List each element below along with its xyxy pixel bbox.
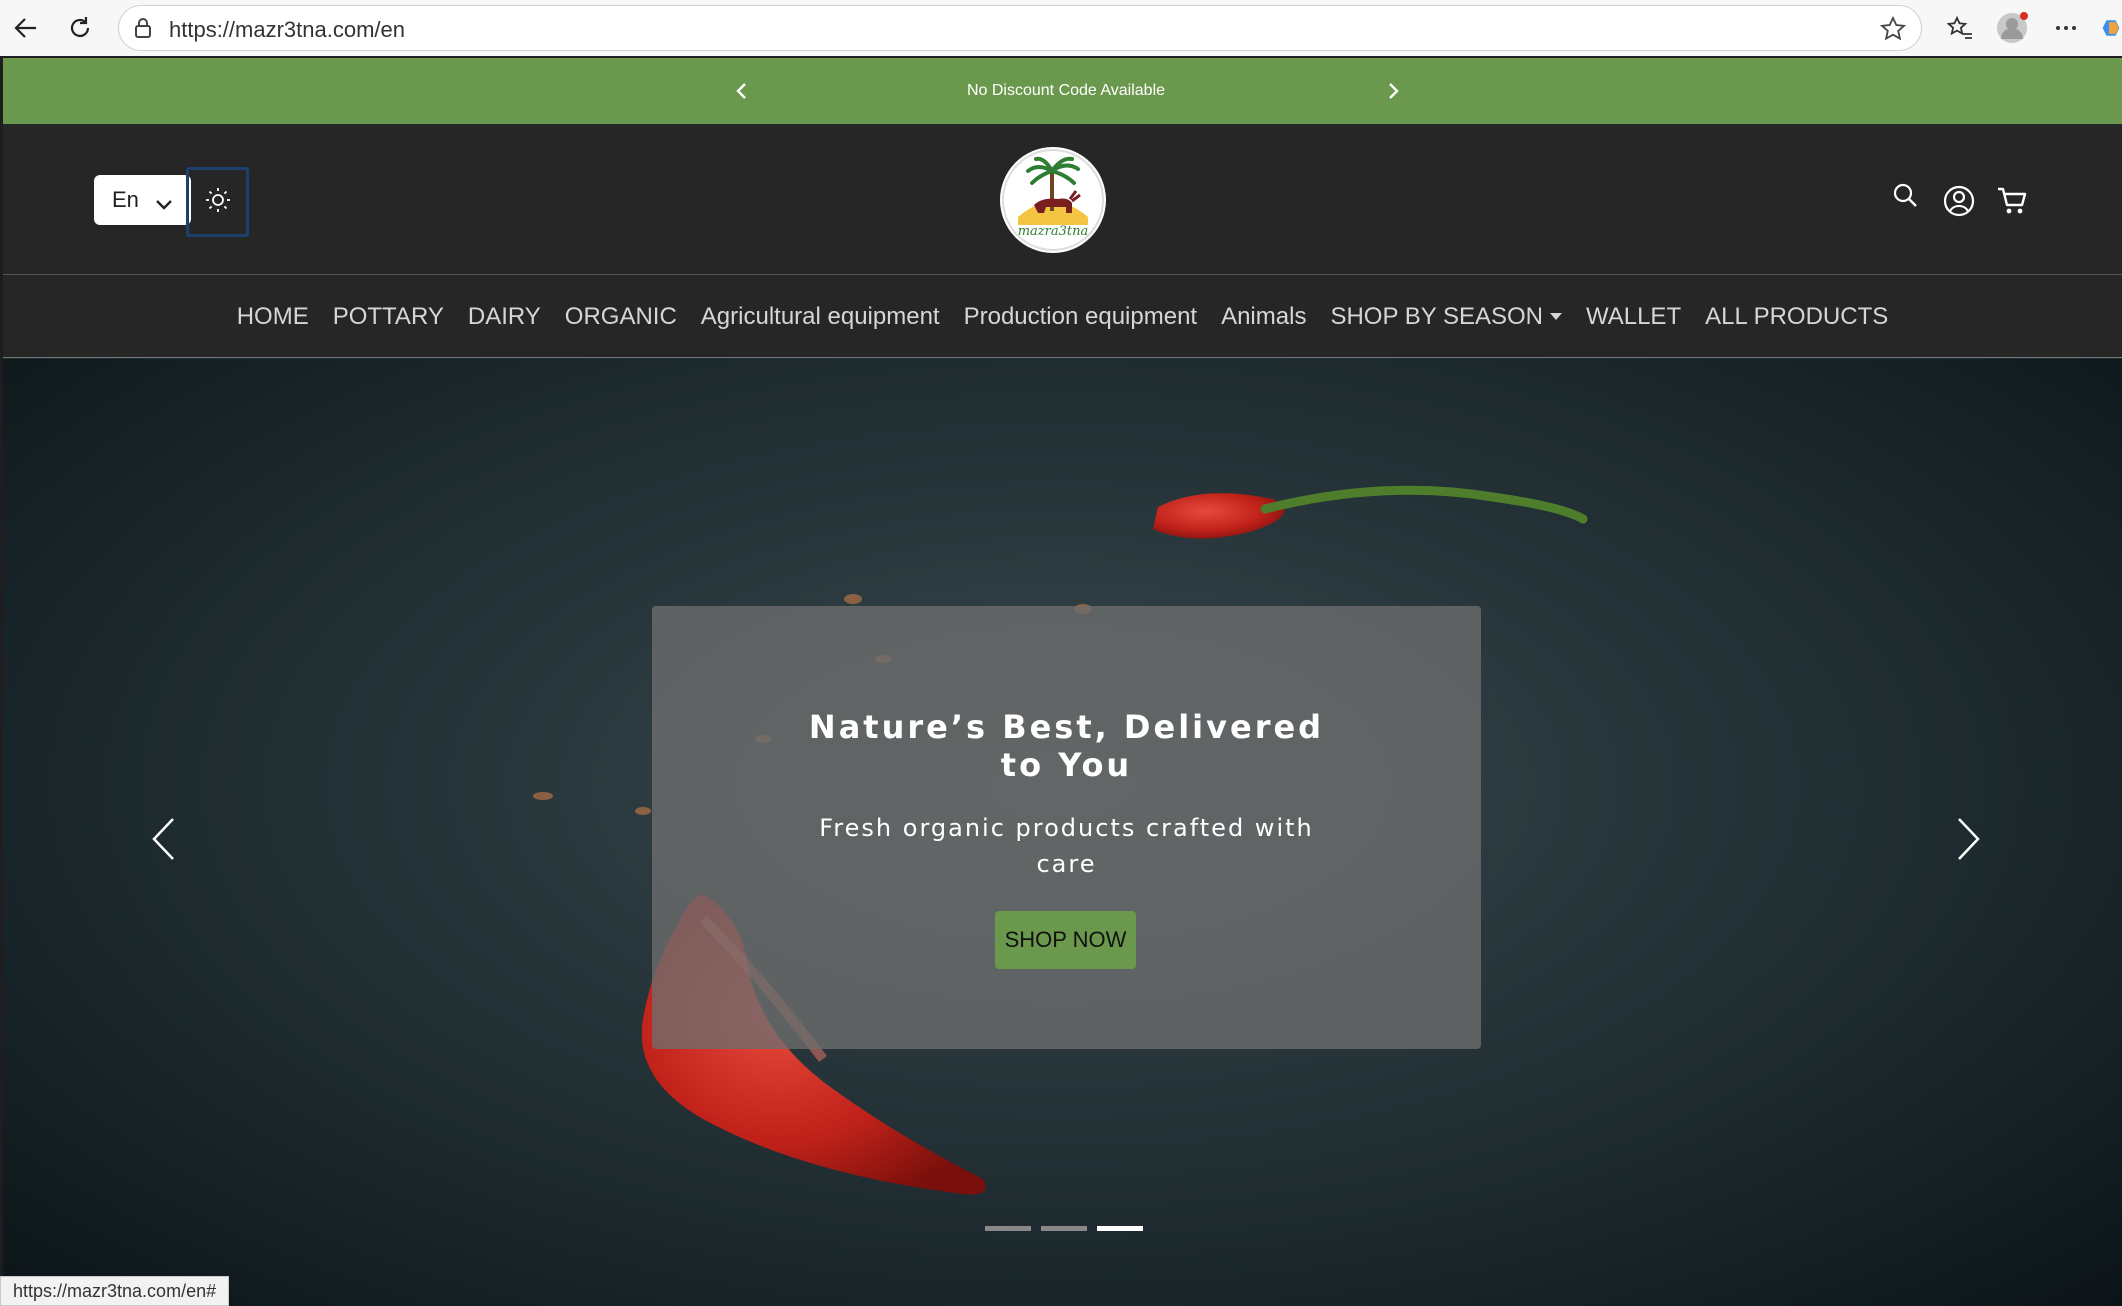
nav-item-shop-by-season-label[interactable]: SHOP BY SEASON bbox=[1330, 303, 1543, 331]
chevron-down-icon[interactable] bbox=[155, 192, 173, 218]
more-menu-icon[interactable] bbox=[2048, 10, 2084, 46]
shop-now-button[interactable]: SHOP NOW bbox=[995, 911, 1136, 969]
nav-item-wallet[interactable]: WALLET bbox=[1574, 303, 1693, 331]
theme-toggle-button[interactable] bbox=[186, 167, 249, 237]
status-bar-url: https://mazr3tna.com/en# bbox=[0, 1276, 230, 1306]
hero-subtitle: Fresh organic products crafted with care bbox=[819, 814, 1314, 878]
caret-down-icon[interactable] bbox=[1549, 313, 1562, 320]
hero-caption: Nature’s Best, Delivered to You Fresh or… bbox=[652, 606, 1481, 1049]
copilot-icon[interactable] bbox=[2100, 10, 2122, 46]
site-logo[interactable]: mazra3tna bbox=[1000, 147, 1106, 253]
carousel-next-icon[interactable] bbox=[1949, 809, 1989, 869]
promo-text: No Discount Code Available bbox=[966, 82, 1166, 99]
nav-item-dairy[interactable]: DAIRY bbox=[456, 303, 553, 331]
nav-item-animals[interactable]: Animals bbox=[1209, 303, 1318, 331]
favorite-star-icon[interactable] bbox=[1879, 15, 1907, 48]
carousel-indicator[interactable] bbox=[1041, 1226, 1087, 1231]
logo-wordmark: mazra3tna bbox=[1018, 224, 1089, 239]
nav-item-shop-by-season[interactable]: SHOP BY SEASON bbox=[1318, 303, 1574, 331]
web-page: No Discount Code Available En mazra3tna … bbox=[3, 58, 2122, 1306]
profile-avatar-icon[interactable] bbox=[1994, 10, 2030, 46]
account-icon[interactable] bbox=[1941, 183, 1977, 219]
nav-item-pottary[interactable]: POTTARY bbox=[321, 303, 456, 331]
nav-item-production-equipment[interactable]: Production equipment bbox=[952, 303, 1209, 331]
carousel-indicator-active[interactable] bbox=[1097, 1226, 1143, 1231]
sun-icon[interactable] bbox=[204, 186, 232, 219]
carousel-indicator[interactable] bbox=[985, 1226, 1031, 1231]
carousel-prev-icon[interactable] bbox=[143, 809, 183, 869]
carousel-indicators bbox=[985, 1226, 1143, 1231]
lock-icon[interactable] bbox=[133, 16, 153, 45]
promo-banner: No Discount Code Available bbox=[3, 58, 2122, 124]
nav-item-home[interactable]: HOME bbox=[225, 303, 321, 331]
nav-item-organic[interactable]: ORGANIC bbox=[553, 303, 689, 331]
hero-carousel: Nature’s Best, Delivered to You Fresh or… bbox=[3, 359, 2122, 1306]
search-icon[interactable] bbox=[1887, 177, 1923, 213]
nav-item-all-products[interactable]: ALL PRODUCTS bbox=[1693, 303, 1900, 331]
url-text[interactable]: https://mazr3tna.com/en bbox=[169, 17, 405, 43]
language-value[interactable]: En bbox=[112, 187, 139, 213]
address-bar[interactable]: https://mazr3tna.com/en bbox=[118, 5, 1922, 51]
favorites-icon[interactable] bbox=[1942, 10, 1978, 46]
browser-toolbar: https://mazr3tna.com/en bbox=[0, 0, 2122, 56]
language-select[interactable]: En bbox=[94, 175, 191, 225]
cart-icon[interactable] bbox=[1994, 183, 2030, 219]
back-icon[interactable] bbox=[8, 10, 44, 46]
nav-item-agricultural-equipment[interactable]: Agricultural equipment bbox=[689, 303, 952, 331]
site-header: En mazra3tna bbox=[3, 125, 2122, 275]
reload-icon[interactable] bbox=[62, 10, 98, 46]
hero-title: Nature’s Best, Delivered to You bbox=[808, 708, 1325, 784]
promo-next-icon[interactable] bbox=[1381, 79, 1405, 103]
main-nav: HOME POTTARY DAIRY ORGANIC Agricultural … bbox=[3, 276, 2122, 358]
